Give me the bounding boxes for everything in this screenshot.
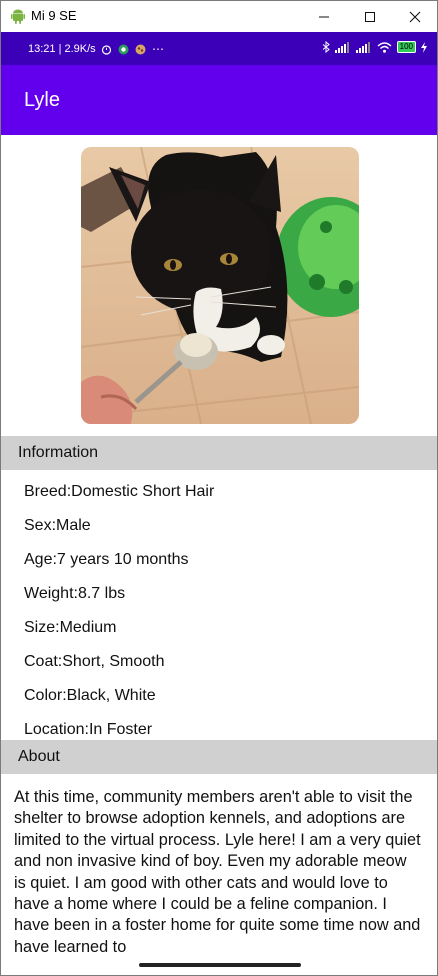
- signal-icon: [355, 41, 370, 53]
- about-header-label: About: [18, 748, 60, 765]
- status-icons-right: 100: [322, 41, 427, 53]
- close-button[interactable]: [392, 1, 437, 32]
- pet-photo: [81, 147, 359, 424]
- app-bar: Lyle: [1, 65, 437, 135]
- android-icon: [11, 9, 25, 24]
- status-bar: 13:21 | 2.9K/s ⋯ 100: [1, 32, 437, 65]
- emulator-window: Mi 9 SE 13:21 | 2.9K/s ⋯ 100 Lyle Inform…: [0, 0, 438, 976]
- charging-icon: [421, 41, 427, 53]
- minimize-button[interactable]: [301, 1, 347, 32]
- information-section-header: Information: [1, 436, 437, 470]
- cat-image: [81, 147, 359, 424]
- info-size: Size:Medium: [24, 619, 117, 636]
- maximize-icon: [365, 11, 375, 22]
- page-title: Lyle: [24, 89, 60, 111]
- info-sex: Sex:Male: [24, 517, 91, 534]
- about-section-header: About: [1, 740, 437, 774]
- info-age: Age:7 years 10 months: [24, 551, 189, 568]
- gesture-nav-handle[interactable]: [139, 963, 301, 967]
- about-description: At this time, community members aren't a…: [14, 788, 421, 955]
- info-weight: Weight:8.7 lbs: [24, 585, 126, 602]
- more-notifications-icon: ⋯: [152, 42, 164, 56]
- minimize-icon: [319, 16, 329, 17]
- window-titlebar: Mi 9 SE: [1, 1, 437, 32]
- notification-game-icon: [135, 44, 146, 54]
- bluetooth-icon: [322, 41, 330, 53]
- alarm-icon: [101, 44, 112, 55]
- info-location: Location:In Foster: [24, 721, 153, 738]
- battery-icon: 100: [396, 41, 416, 53]
- signal-icon: [334, 41, 349, 53]
- info-coat: Coat:Short, Smooth: [24, 653, 165, 670]
- info-breed: Breed:Domestic Short Hair: [24, 483, 215, 500]
- maximize-button[interactable]: [347, 1, 393, 32]
- close-icon: [409, 11, 421, 22]
- wifi-icon: [377, 41, 392, 53]
- notification-app-icon: [118, 44, 129, 54]
- status-time: 13:21 | 2.9K/s: [28, 43, 96, 55]
- status-icons-left: ⋯: [101, 42, 164, 56]
- window-title: Mi 9 SE: [31, 8, 77, 23]
- information-list: Breed:Domestic Short Hair Sex:Male Age:7…: [24, 470, 424, 740]
- info-color: Color:Black, White: [24, 687, 156, 704]
- information-header-label: Information: [18, 444, 99, 461]
